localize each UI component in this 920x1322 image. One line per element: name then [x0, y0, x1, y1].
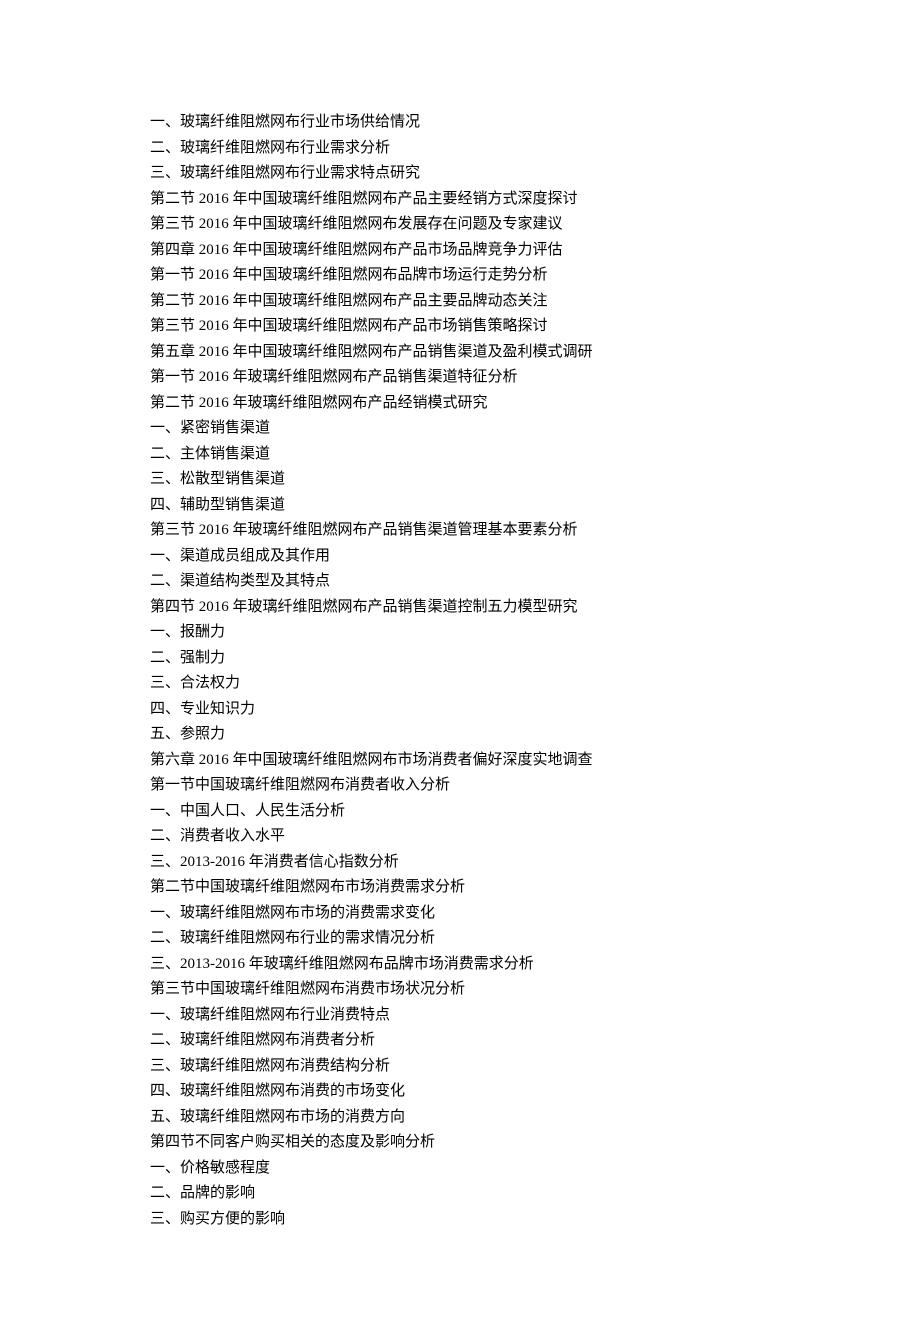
- toc-line: 第三节 2016 年中国玻璃纤维阻燃网布发展存在问题及专家建议: [150, 212, 770, 238]
- toc-line: 二、主体销售渠道: [150, 442, 770, 468]
- toc-line: 三、2013-2016 年消费者信心指数分析: [150, 850, 770, 876]
- toc-line: 第二节 2016 年中国玻璃纤维阻燃网布产品主要经销方式深度探讨: [150, 187, 770, 213]
- toc-line: 二、消费者收入水平: [150, 824, 770, 850]
- toc-line: 四、玻璃纤维阻燃网布消费的市场变化: [150, 1079, 770, 1105]
- toc-line: 第四节不同客户购买相关的态度及影响分析: [150, 1130, 770, 1156]
- toc-line: 第一节 2016 年中国玻璃纤维阻燃网布品牌市场运行走势分析: [150, 263, 770, 289]
- toc-line: 第五章 2016 年中国玻璃纤维阻燃网布产品销售渠道及盈利模式调研: [150, 340, 770, 366]
- toc-line: 第二节中国玻璃纤维阻燃网布市场消费需求分析: [150, 875, 770, 901]
- toc-line: 一、报酬力: [150, 620, 770, 646]
- toc-line: 第三节中国玻璃纤维阻燃网布消费市场状况分析: [150, 977, 770, 1003]
- toc-line: 三、松散型销售渠道: [150, 467, 770, 493]
- toc-line: 三、合法权力: [150, 671, 770, 697]
- toc-line: 二、玻璃纤维阻燃网布消费者分析: [150, 1028, 770, 1054]
- toc-line: 第三节 2016 年中国玻璃纤维阻燃网布产品市场销售策略探讨: [150, 314, 770, 340]
- toc-line: 第二节 2016 年中国玻璃纤维阻燃网布产品主要品牌动态关注: [150, 289, 770, 315]
- toc-line: 一、玻璃纤维阻燃网布行业市场供给情况: [150, 110, 770, 136]
- toc-line: 第一节中国玻璃纤维阻燃网布消费者收入分析: [150, 773, 770, 799]
- toc-line: 一、中国人口、人民生活分析: [150, 799, 770, 825]
- toc-line: 三、购买方便的影响: [150, 1207, 770, 1233]
- toc-line: 三、玻璃纤维阻燃网布消费结构分析: [150, 1054, 770, 1080]
- toc-line: 三、2013-2016 年玻璃纤维阻燃网布品牌市场消费需求分析: [150, 952, 770, 978]
- toc-line: 二、玻璃纤维阻燃网布行业的需求情况分析: [150, 926, 770, 952]
- toc-line: 一、价格敏感程度: [150, 1156, 770, 1182]
- toc-line: 第六章 2016 年中国玻璃纤维阻燃网布市场消费者偏好深度实地调查: [150, 748, 770, 774]
- toc-line: 第一节 2016 年玻璃纤维阻燃网布产品销售渠道特征分析: [150, 365, 770, 391]
- toc-line: 第四节 2016 年玻璃纤维阻燃网布产品销售渠道控制五力模型研究: [150, 595, 770, 621]
- toc-line: 一、渠道成员组成及其作用: [150, 544, 770, 570]
- toc-line: 五、参照力: [150, 722, 770, 748]
- toc-line: 第三节 2016 年玻璃纤维阻燃网布产品销售渠道管理基本要素分析: [150, 518, 770, 544]
- toc-line: 一、玻璃纤维阻燃网布行业消费特点: [150, 1003, 770, 1029]
- toc-line: 第二节 2016 年玻璃纤维阻燃网布产品经销模式研究: [150, 391, 770, 417]
- toc-line: 二、强制力: [150, 646, 770, 672]
- toc-line: 二、品牌的影响: [150, 1181, 770, 1207]
- toc-line: 三、玻璃纤维阻燃网布行业需求特点研究: [150, 161, 770, 187]
- toc-line: 一、玻璃纤维阻燃网布市场的消费需求变化: [150, 901, 770, 927]
- toc-line: 第四章 2016 年中国玻璃纤维阻燃网布产品市场品牌竞争力评估: [150, 238, 770, 264]
- toc-line: 五、玻璃纤维阻燃网布市场的消费方向: [150, 1105, 770, 1131]
- toc-line: 四、辅助型销售渠道: [150, 493, 770, 519]
- toc-line: 一、紧密销售渠道: [150, 416, 770, 442]
- toc-line: 四、专业知识力: [150, 697, 770, 723]
- toc-line: 二、渠道结构类型及其特点: [150, 569, 770, 595]
- document-page: 一、玻璃纤维阻燃网布行业市场供给情况 二、玻璃纤维阻燃网布行业需求分析 三、玻璃…: [0, 0, 920, 1322]
- toc-line: 二、玻璃纤维阻燃网布行业需求分析: [150, 136, 770, 162]
